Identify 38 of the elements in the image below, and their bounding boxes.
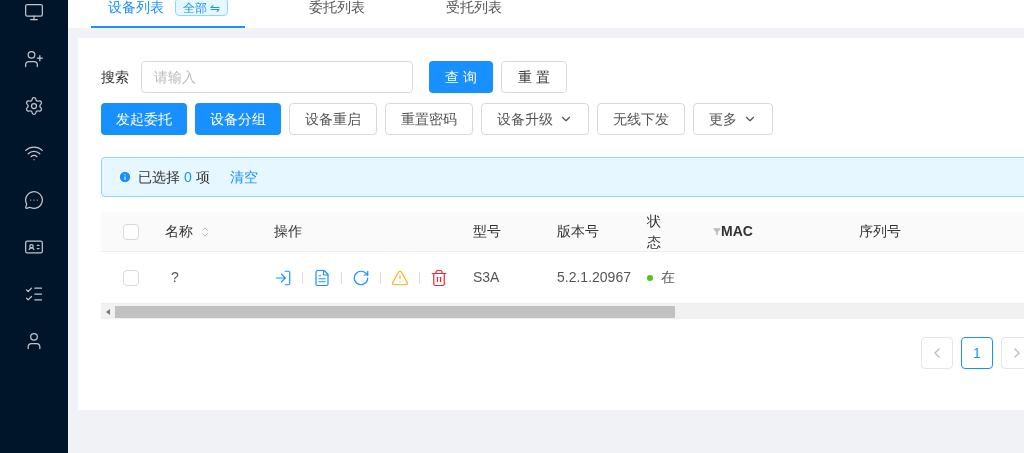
refresh-icon[interactable] bbox=[352, 268, 370, 287]
document-icon[interactable] bbox=[313, 268, 331, 287]
user-plus-icon[interactable] bbox=[24, 49, 44, 69]
info-icon bbox=[118, 170, 132, 184]
table-cell: S3A bbox=[473, 269, 500, 285]
reset-button[interactable]: 重 置 bbox=[500, 61, 567, 93]
toolbar-button[interactable]: 重置密码 bbox=[385, 103, 473, 135]
search-label: 搜索 bbox=[101, 67, 129, 87]
checkbox[interactable] bbox=[123, 223, 139, 240]
column-header: 名称 bbox=[165, 222, 193, 241]
column-header: 型号 bbox=[473, 222, 501, 241]
enter-icon[interactable] bbox=[274, 268, 292, 287]
table-cell: ? bbox=[171, 269, 179, 285]
search-field[interactable]: 请输入 bbox=[141, 61, 413, 93]
column-header: 状态 bbox=[647, 211, 662, 252]
message-icon[interactable] bbox=[24, 190, 44, 210]
column-header: MAC bbox=[721, 222, 753, 241]
filter-icon[interactable] bbox=[713, 226, 721, 237]
table-cell: 5.2.1.20967 bbox=[557, 269, 631, 285]
tab[interactable]: 受托列表 bbox=[429, 0, 520, 28]
checkbox[interactable] bbox=[123, 269, 139, 286]
scroll-left-icon[interactable] bbox=[106, 308, 110, 315]
tab[interactable]: 委托列表 bbox=[292, 0, 383, 28]
toolbar-button[interactable]: 设备升级 bbox=[481, 103, 589, 135]
column-header: 操作 bbox=[274, 222, 302, 241]
selection-count: 已选择 0 项 bbox=[138, 167, 210, 187]
table-cell-text: 在 bbox=[661, 268, 675, 287]
trash-icon[interactable] bbox=[430, 268, 448, 287]
toolbar-button[interactable]: 设备重启 bbox=[289, 103, 377, 135]
toolbar-button[interactable]: 更多 bbox=[693, 103, 773, 135]
column-header: 序列号 bbox=[859, 222, 901, 241]
sort-icon[interactable] bbox=[199, 225, 211, 238]
horizontal-scrollbar[interactable] bbox=[101, 304, 1024, 319]
monitor-icon[interactable] bbox=[24, 2, 44, 22]
warning-icon[interactable] bbox=[391, 268, 409, 287]
settings-icon[interactable] bbox=[24, 96, 44, 116]
toolbar-button[interactable]: 无线下发 bbox=[597, 103, 685, 135]
column-header: 版本号 bbox=[557, 222, 599, 241]
